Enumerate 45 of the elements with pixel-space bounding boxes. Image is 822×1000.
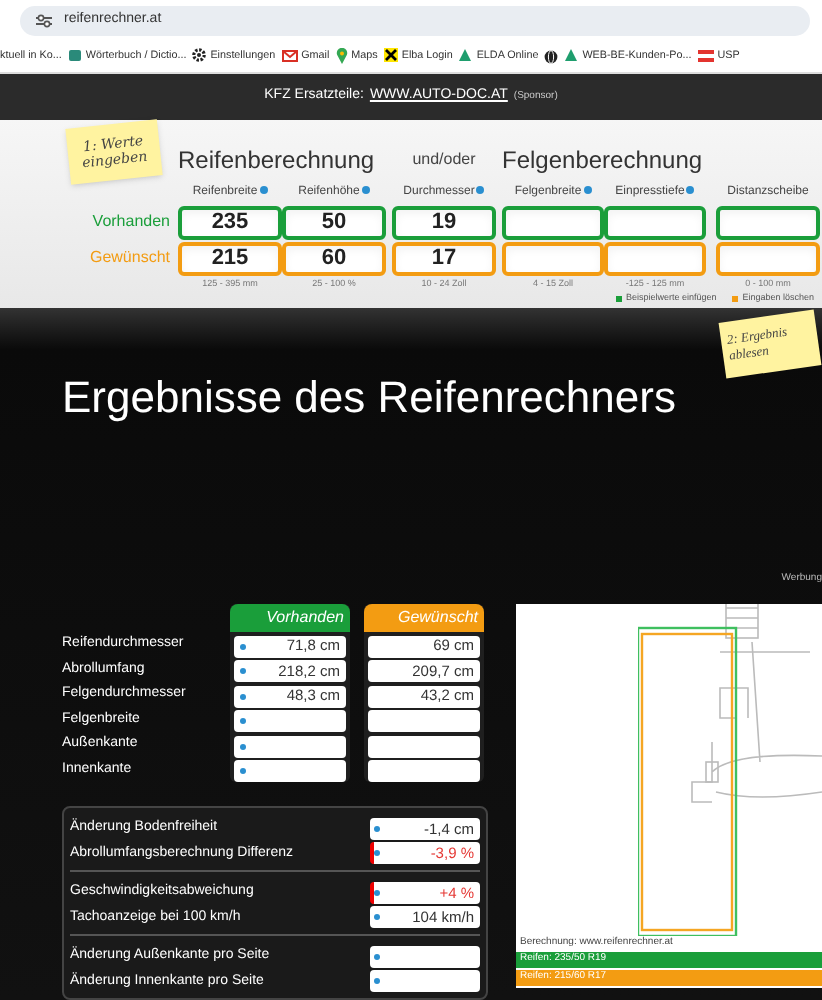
info-icon	[240, 643, 246, 649]
envelope-icon	[281, 49, 298, 62]
input-field[interactable]	[604, 242, 706, 276]
triangle-icon	[564, 48, 579, 63]
map-pin-icon	[335, 47, 348, 64]
info-icon	[240, 668, 246, 674]
input-field[interactable]: 50	[282, 206, 386, 240]
input-field[interactable]: 17	[392, 242, 496, 276]
result-field	[368, 735, 480, 757]
input-field[interactable]: 19	[392, 206, 496, 240]
info-icon	[240, 768, 246, 774]
triangle-icon	[458, 48, 473, 63]
square-icon	[67, 48, 82, 63]
section-heading: und/oder	[410, 148, 478, 172]
info-icon	[240, 743, 246, 749]
info-icon	[374, 850, 380, 857]
column-header: Vorhanden	[230, 604, 350, 632]
input-field[interactable]	[502, 242, 604, 276]
input-field[interactable]: 235	[178, 206, 282, 240]
info-icon	[374, 914, 380, 921]
info-icon	[374, 825, 380, 832]
info-icon	[240, 693, 246, 699]
x-icon	[383, 48, 398, 63]
section-heading: Felgenberechnung	[502, 144, 705, 178]
info-icon	[374, 889, 380, 896]
column-header: Gewünscht	[364, 604, 484, 632]
flag-icon	[697, 49, 714, 62]
gear-icon	[192, 48, 207, 63]
info-icon	[374, 978, 380, 985]
section-heading: Reifenberechnung	[178, 144, 377, 178]
input-field[interactable]	[716, 242, 820, 276]
info-icon	[374, 953, 380, 960]
row-label: Gewünscht	[87, 246, 172, 270]
input-field[interactable]	[502, 206, 604, 240]
input-field[interactable]	[716, 206, 820, 240]
input-field[interactable]	[604, 206, 706, 240]
row-label: Vorhanden	[90, 210, 172, 234]
input-field[interactable]: 215	[178, 242, 282, 276]
site-settings-icon	[36, 13, 52, 27]
result-field	[368, 760, 480, 782]
page-title: Ergebnisse des Reifenrechners	[62, 370, 676, 426]
globe-icon	[544, 49, 559, 63]
info-icon	[240, 718, 246, 724]
input-field[interactable]: 60	[282, 242, 386, 276]
bookmark[interactable]	[544, 49, 559, 63]
